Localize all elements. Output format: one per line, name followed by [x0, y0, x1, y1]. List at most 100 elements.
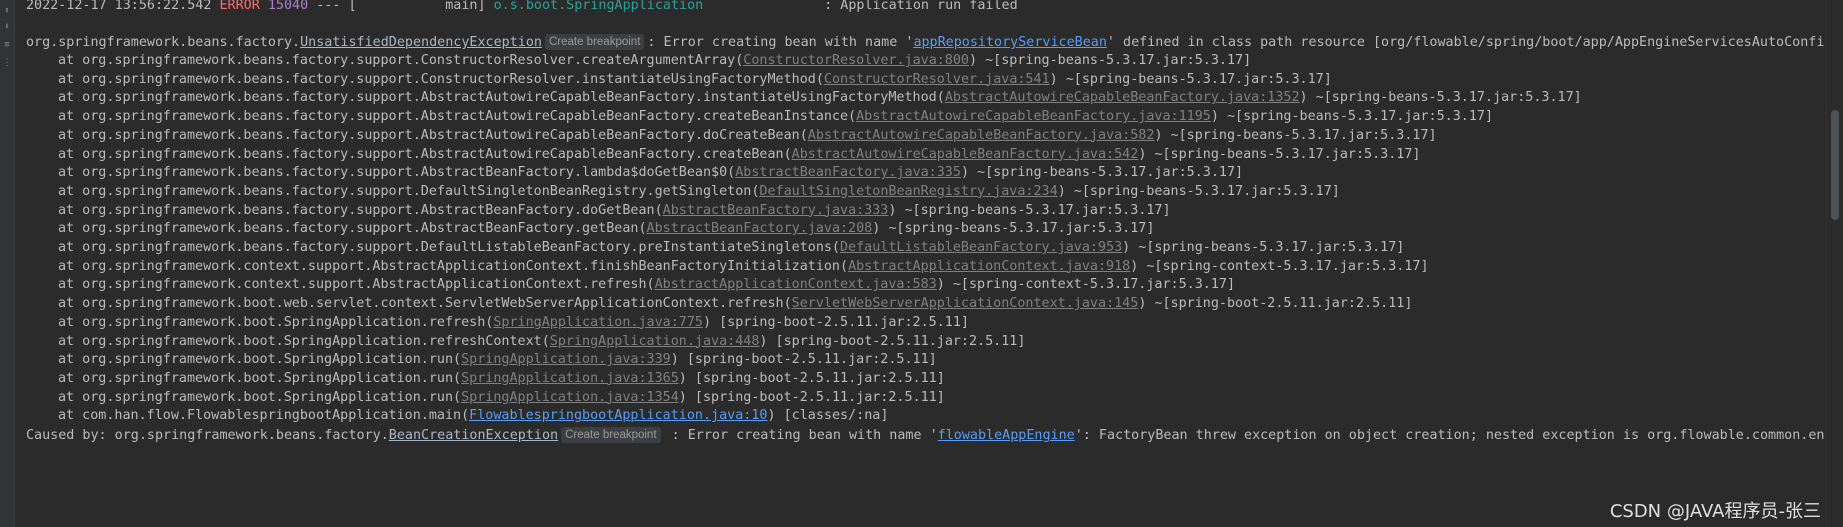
- stack-frame-method: at org.springframework.boot.SpringApplic…: [58, 352, 462, 368]
- console-output: 2022-12-17 13:56:22.542 ERROR 15040 --- …: [26, 0, 1825, 527]
- caused-by-msg-a: : Error creating bean with name ': [663, 428, 938, 443]
- source-link[interactable]: ConstructorResolver.java:541: [824, 72, 1050, 87]
- stack-frame-method: at org.springframework.beans.factory.sup…: [58, 71, 824, 87]
- filter-icon[interactable]: ⋮: [2, 58, 12, 68]
- log-pid: 15040: [267, 0, 309, 13]
- stack-frame-method: at org.springframework.boot.SpringApplic…: [58, 389, 462, 405]
- log-header-line: 2022-12-17 13:56:22.542 ERROR 15040 --- …: [26, 0, 1018, 16]
- stack-frame: at org.springframework.beans.factory.sup…: [26, 107, 1493, 127]
- stack-frame-jar: ) ~[spring-beans-5.3.17.jar:5.3.17]: [1049, 71, 1332, 87]
- source-link[interactable]: FlowablespringbootApplication.java:10: [469, 408, 767, 423]
- stack-frame: at org.springframework.boot.web.servlet.…: [26, 294, 1412, 314]
- source-link[interactable]: DefaultListableBeanFactory.java:953: [840, 240, 1122, 255]
- stack-frame: at org.springframework.boot.SpringApplic…: [26, 369, 945, 389]
- stack-frame-method: at org.springframework.context.support.A…: [58, 277, 655, 293]
- create-breakpoint-button[interactable]: Create breakpoint: [544, 34, 645, 50]
- source-link[interactable]: AbstractAutowireCapableBeanFactory.java:…: [808, 128, 1155, 143]
- stack-frame: at org.springframework.boot.SpringApplic…: [26, 313, 969, 333]
- caused-by-class-link[interactable]: BeanCreationException: [389, 428, 558, 443]
- source-link[interactable]: AbstractBeanFactory.java:208: [647, 221, 873, 236]
- source-link[interactable]: AbstractApplicationContext.java:918: [848, 259, 1130, 274]
- stack-frame-method: at com.han.flow.FlowablespringbootApplic…: [58, 408, 470, 424]
- caused-by-msg-b: ': FactoryBean threw exception on object…: [1074, 428, 1825, 443]
- caused-by-bean-link[interactable]: flowableAppEngine: [938, 428, 1075, 443]
- stack-frame-jar: ) ~[spring-beans-5.3.17.jar:5.3.17]: [1154, 127, 1437, 143]
- stack-frame-method: at org.springframework.boot.SpringApplic…: [58, 314, 494, 330]
- stack-frame-method: at org.springframework.context.support.A…: [58, 258, 849, 274]
- stack-frame-jar: ) ~[spring-beans-5.3.17.jar:5.3.17]: [969, 53, 1252, 68]
- source-link[interactable]: AbstractAutowireCapableBeanFactory.java:…: [945, 90, 1300, 105]
- source-link[interactable]: AbstractAutowireCapableBeanFactory.java:…: [792, 147, 1139, 162]
- log-logger: o.s.boot.SpringApplication: [493, 0, 704, 13]
- source-link[interactable]: SpringApplication.java:775: [493, 315, 703, 330]
- scrollbar-thumb[interactable]: [1831, 110, 1839, 220]
- stack-frame-jar: ) [spring-boot-2.5.11.jar:2.5.11]: [759, 333, 1026, 349]
- source-link[interactable]: AbstractBeanFactory.java:333: [663, 203, 889, 218]
- watermark: CSDN @JAVA程序员-张三: [1609, 501, 1821, 522]
- stack-frame-jar: ) ~[spring-beans-5.3.17.jar:5.3.17]: [872, 221, 1155, 237]
- bean-link[interactable]: appRepositoryServiceBean: [913, 35, 1106, 50]
- source-link[interactable]: ConstructorResolver.java:800: [743, 53, 969, 68]
- exception-prefix: org.springframework.beans.factory.: [26, 35, 301, 50]
- stack-frame: at org.springframework.context.support.A…: [26, 275, 1235, 295]
- source-link[interactable]: SpringApplication.java:448: [550, 334, 760, 349]
- stack-frame-method: at org.springframework.beans.factory.sup…: [58, 221, 647, 237]
- stack-frame-jar: ) ~[spring-boot-2.5.11.jar:2.5.11]: [1138, 296, 1413, 312]
- stack-frame-method: at org.springframework.boot.SpringApplic…: [58, 370, 462, 386]
- log-level: ERROR: [219, 0, 260, 13]
- source-link[interactable]: DefaultSingletonBeanRegistry.java:234: [759, 184, 1057, 199]
- stack-frame: at org.springframework.beans.factory.sup…: [26, 88, 1582, 108]
- stack-frame-jar: ) ~[spring-context-5.3.17.jar:5.3.17]: [1130, 258, 1429, 274]
- stack-frame: at org.springframework.beans.factory.sup…: [26, 163, 1243, 183]
- stack-frame: at org.springframework.beans.factory.sup…: [26, 182, 1340, 202]
- stack-frame-jar: ) ~[spring-beans-5.3.17.jar:5.3.17]: [1057, 183, 1340, 199]
- stack-frame-jar: ) ~[spring-beans-5.3.17.jar:5.3.17]: [1210, 109, 1494, 125]
- stack-frame-method: at org.springframework.beans.factory.sup…: [58, 183, 760, 199]
- stack-frame-method: at org.springframework.beans.factory.sup…: [58, 240, 840, 255]
- source-link[interactable]: AbstractApplicationContext.java:583: [655, 277, 937, 292]
- stack-frame-jar: ) ~[spring-beans-5.3.17.jar:5.3.17]: [960, 165, 1244, 181]
- stack-frame-jar: ) ~[spring-beans-5.3.17.jar:5.3.17]: [1122, 240, 1405, 255]
- stack-frame: at org.springframework.beans.factory.sup…: [26, 145, 1420, 165]
- stack-frame-method: at org.springframework.beans.factory.sup…: [58, 127, 808, 143]
- stack-frame: at org.springframework.beans.factory.sup…: [26, 219, 1154, 239]
- stack-frame-method: at org.springframework.beans.factory.sup…: [58, 109, 857, 125]
- stack-frame-jar: ) ~[spring-beans-5.3.17.jar:5.3.17]: [1138, 146, 1421, 162]
- stack-frame-jar: ) ~[spring-context-5.3.17.jar:5.3.17]: [936, 277, 1236, 293]
- stack-frame-jar: ) ~[spring-beans-5.3.17.jar:5.3.17]: [1299, 90, 1582, 106]
- caused-by-line: Caused by: org.springframework.beans.fac…: [26, 426, 1825, 446]
- stack-frame-method: at org.springframework.beans.factory.sup…: [58, 165, 736, 181]
- stack-frame: at org.springframework.beans.factory.sup…: [26, 126, 1437, 146]
- stack-frame-jar: ) [spring-boot-2.5.11.jar:2.5.11]: [670, 352, 937, 368]
- log-timestamp: 2022-12-17 13:56:22.542: [26, 0, 212, 13]
- source-link[interactable]: SpringApplication.java:1354: [461, 390, 679, 405]
- exception-class-link[interactable]: UnsatisfiedDependencyException: [300, 35, 542, 50]
- vertical-scrollbar[interactable]: [1826, 0, 1843, 527]
- console-gutter: ⬆ ⬇ ≡ ⋮: [0, 0, 15, 527]
- source-link[interactable]: SpringApplication.java:339: [461, 352, 671, 367]
- scroll-up-icon[interactable]: ⬆: [2, 6, 12, 16]
- stack-frame-jar: ) [classes/:na]: [767, 408, 889, 424]
- stack-frame-method: at org.springframework.beans.factory.sup…: [58, 90, 945, 106]
- source-link[interactable]: AbstractAutowireCapableBeanFactory.java:…: [856, 109, 1211, 124]
- stack-frame: at org.springframework.beans.factory.sup…: [26, 70, 1332, 90]
- stack-frame-method: at org.springframework.boot.web.servlet.…: [58, 296, 792, 312]
- caused-by-prefix: Caused by: org.springframework.beans.fac…: [26, 428, 389, 443]
- caused-by-create-breakpoint-button[interactable]: Create breakpoint: [561, 427, 661, 443]
- stack-frame-method: at org.springframework.beans.factory.sup…: [58, 146, 792, 162]
- stack-frame-jar: ) [spring-boot-2.5.11.jar:2.5.11]: [702, 314, 969, 330]
- exception-msg-a: : Error creating bean with name ': [647, 35, 914, 50]
- source-link[interactable]: AbstractBeanFactory.java:335: [735, 165, 961, 180]
- wrap-lines-icon[interactable]: ≡: [2, 40, 12, 50]
- scroll-down-icon[interactable]: ⬇: [2, 22, 12, 32]
- source-link[interactable]: SpringApplication.java:1365: [461, 371, 679, 386]
- stack-frame-method: at org.springframework.beans.factory.sup…: [58, 202, 663, 218]
- stack-frame: at org.springframework.boot.SpringApplic…: [26, 350, 937, 370]
- stack-frame: at org.springframework.beans.factory.sup…: [26, 201, 1171, 221]
- log-thread: --- [ main]: [308, 0, 494, 13]
- stack-frame: at org.springframework.context.support.A…: [26, 257, 1429, 277]
- source-link[interactable]: ServletWebServerApplicationContext.java:…: [792, 296, 1139, 311]
- stack-frame-jar: ) [spring-boot-2.5.11.jar:2.5.11]: [678, 370, 945, 386]
- stack-frame: at org.springframework.boot.SpringApplic…: [26, 388, 945, 408]
- stack-frame-jar: ) ~[spring-beans-5.3.17.jar:5.3.17]: [888, 202, 1171, 218]
